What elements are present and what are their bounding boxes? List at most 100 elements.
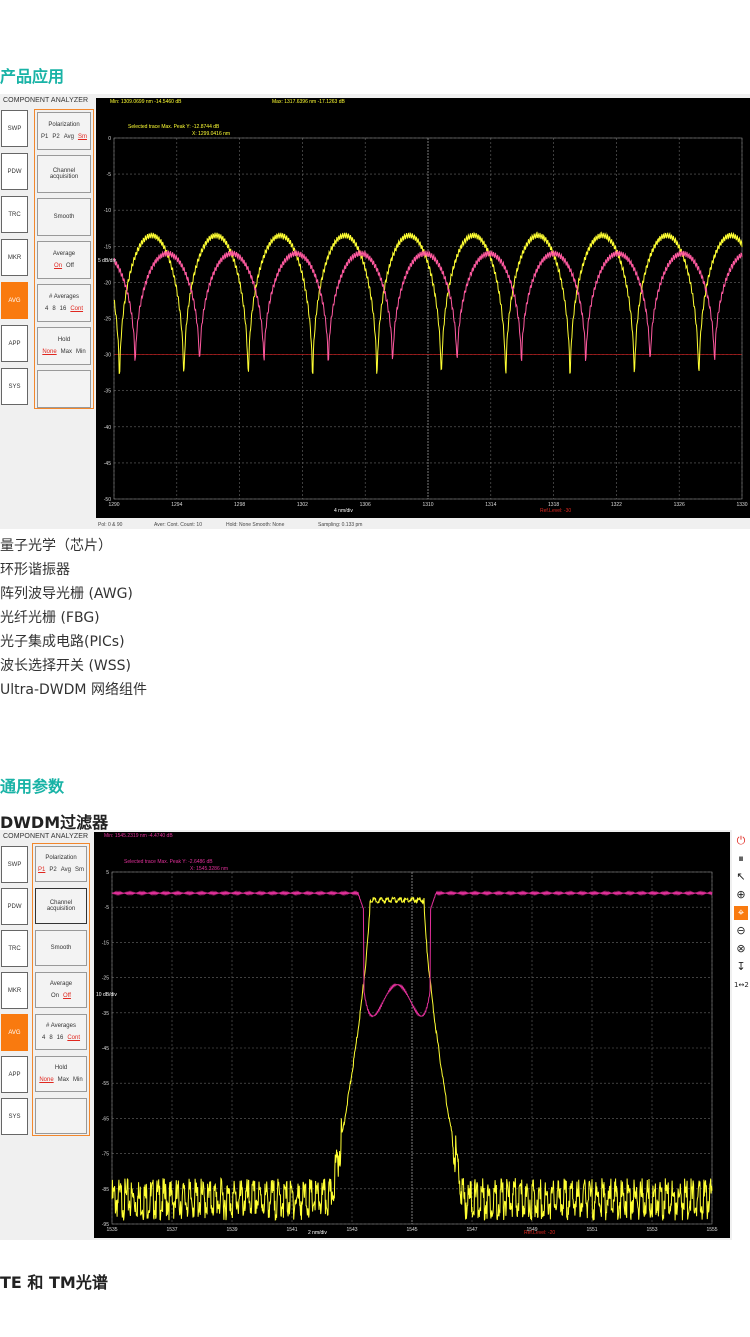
averages-control[interactable]: # Averages 4 8 16 Cont: [35, 1014, 87, 1050]
zoom-out-icon[interactable]: ⊖: [734, 924, 748, 938]
min-readout: Min: 1545.2319 nm -4.4740 dB: [104, 833, 173, 839]
empty-control: [35, 1098, 87, 1134]
channel-acquisition-button[interactable]: Channel acquisition: [35, 888, 87, 924]
sidebar-tab-avg[interactable]: AVG: [1, 282, 28, 319]
option-4[interactable]: 4: [45, 306, 48, 312]
sidebar-tab-mkr[interactable]: MKR: [1, 972, 28, 1009]
y-tick-label: -15: [104, 244, 111, 250]
application-item: 光子集成电路(PICs): [0, 634, 125, 650]
polarization-control[interactable]: Polarization P1 P2 Avg Sm: [35, 846, 87, 882]
power-icon[interactable]: ⏻: [734, 834, 748, 848]
polarization-options[interactable]: P1 P2 Avg Sm: [36, 867, 86, 873]
option-max[interactable]: Max: [61, 349, 72, 355]
smooth-button[interactable]: Smooth: [37, 198, 91, 236]
spectrum-chart[interactable]: 1535 1537 1539 1541 1543 1545 1547 1549 1551 1553…: [94, 832, 730, 1238]
option-on[interactable]: On: [54, 263, 62, 269]
option-none[interactable]: None: [42, 349, 56, 355]
y-tick-label: -45: [102, 1046, 109, 1052]
average-options[interactable]: On Off: [38, 263, 90, 269]
option-cont[interactable]: Cont: [70, 306, 83, 312]
spectrum-plot[interactable]: 1535 1537 1539 1541 1543 1545 1547 1549 1551 1553…: [94, 832, 730, 1238]
marker-icon[interactable]: ⌖: [734, 906, 748, 920]
y-tick-label: -10: [104, 208, 111, 214]
application-item: 量子光学（芯片）: [0, 538, 112, 554]
sidebar-tab-app[interactable]: APP: [1, 1056, 28, 1093]
hold-options[interactable]: None Max Min: [36, 1077, 86, 1083]
option-min[interactable]: Min: [76, 349, 86, 355]
hold-control[interactable]: Hold None Max Min: [35, 1056, 87, 1092]
option-16[interactable]: 16: [60, 306, 67, 312]
option-off[interactable]: Off: [66, 263, 74, 269]
x-tick-label: 1541: [286, 1227, 297, 1233]
sidebar-tab-trc[interactable]: TRC: [1, 196, 28, 233]
compare-icon[interactable]: 1↔2: [734, 978, 749, 992]
sidebar-tab-pdw[interactable]: PDW: [1, 153, 28, 190]
status-sampling: Sampling: 0.133 pm: [318, 522, 363, 528]
subtitle-te-tm: TE 和 TM光谱: [0, 1273, 108, 1292]
option-none[interactable]: None: [39, 1077, 53, 1083]
option-cont[interactable]: Cont: [67, 1035, 80, 1041]
option-min[interactable]: Min: [73, 1077, 83, 1083]
min-readout: Min: 1309.0699 nm -14.5460 dB: [110, 99, 182, 105]
sidebar-tab-avg[interactable]: AVG: [1, 1014, 28, 1051]
sidebar-tab-swp[interactable]: SWP: [1, 110, 28, 147]
option-16[interactable]: 16: [57, 1035, 64, 1041]
sidebar-tab-sys[interactable]: SYS: [1, 368, 28, 405]
averages-options[interactable]: 4 8 16 Cont: [38, 306, 90, 312]
average-control[interactable]: Average On Off: [35, 972, 87, 1008]
y-tick-label: -85: [102, 1187, 109, 1193]
y-tick-label: -40: [104, 425, 111, 431]
hold-options[interactable]: None Max Min: [38, 349, 90, 355]
option-max[interactable]: Max: [58, 1077, 69, 1083]
max-readout: Max: 1317.6396 nm -17.1263 dB: [272, 99, 345, 105]
polarization-options[interactable]: P1 P2 Avg Sm: [38, 134, 90, 140]
option-avg[interactable]: Avg: [64, 134, 74, 140]
sidebar-tab-mkr[interactable]: MKR: [1, 239, 28, 276]
control-panel: Polarization P1 P2 Avg Sm Channel acquisiti…: [34, 109, 94, 409]
spectrum-plot[interactable]: 1290 1294 1298 1302 1306 1310 1314 1318 1322 1326…: [96, 98, 750, 518]
average-control[interactable]: Average On Off: [37, 241, 91, 279]
option-sm[interactable]: Sm: [75, 867, 84, 873]
option-p1[interactable]: P1: [38, 867, 45, 873]
hold-control[interactable]: Hold None Max Min: [37, 327, 91, 365]
x-tick-label: 1294: [171, 502, 182, 508]
option-8[interactable]: 8: [49, 1035, 52, 1041]
analyzer-screenshot-2: COMPONENT ANALYZER SWP PDW TRC MKR AVG APP SYS…: [0, 830, 750, 1240]
averages-options[interactable]: 4 8 16 Cont: [36, 1035, 86, 1041]
y-tick-label: -65: [102, 1116, 109, 1122]
status-hold: Hold: None Smooth: None: [226, 522, 285, 528]
y-tick-label: -5: [107, 172, 112, 178]
option-avg[interactable]: Avg: [61, 867, 71, 873]
option-8[interactable]: 8: [52, 306, 55, 312]
zoom-in-icon[interactable]: ⊕: [734, 888, 748, 902]
pointer-icon[interactable]: ↖: [734, 870, 748, 884]
sidebar-tab-pdw[interactable]: PDW: [1, 888, 28, 925]
polarization-control[interactable]: Polarization P1 P2 Avg Sm: [37, 112, 91, 150]
sidebar-tab-app[interactable]: APP: [1, 325, 28, 362]
option-p2[interactable]: P2: [49, 867, 56, 873]
y-unit: 10 dB/div: [96, 992, 117, 998]
option-p1[interactable]: P1: [41, 134, 48, 140]
y-tick-label: 5: [106, 870, 109, 876]
spectrum-chart[interactable]: 1290 1294 1298 1302 1306 1310 1314 1318 1322 1326…: [96, 98, 750, 518]
sidebar-tab-sys[interactable]: SYS: [1, 1098, 28, 1135]
average-options[interactable]: On Off: [36, 993, 86, 999]
pause-icon[interactable]: ⏸: [734, 852, 748, 866]
application-item: Ultra-DWDM 网络组件: [0, 682, 147, 698]
x-tick-label: 1306: [360, 502, 371, 508]
channel-acquisition-button[interactable]: Channel acquisition: [37, 155, 91, 193]
autoscale-icon[interactable]: ↧: [734, 960, 748, 974]
x-tick-label: 1322: [611, 502, 622, 508]
selected-trace-readout: Selected trace Max. Peak Y: -12.8744 dB: [128, 124, 220, 130]
zoom-reset-icon[interactable]: ⊗: [734, 942, 748, 956]
sidebar-tab-trc[interactable]: TRC: [1, 930, 28, 967]
averages-control[interactable]: # Averages 4 8 16 Cont: [37, 284, 91, 322]
option-p2[interactable]: P2: [52, 134, 59, 140]
option-on[interactable]: On: [51, 993, 59, 999]
option-off[interactable]: Off: [63, 993, 71, 999]
sidebar-tab-swp[interactable]: SWP: [1, 846, 28, 883]
selected-trace-x: X: 1545.3286 nm: [190, 866, 229, 872]
option-4[interactable]: 4: [42, 1035, 45, 1041]
smooth-button[interactable]: Smooth: [35, 930, 87, 966]
option-sm[interactable]: Sm: [78, 134, 87, 140]
